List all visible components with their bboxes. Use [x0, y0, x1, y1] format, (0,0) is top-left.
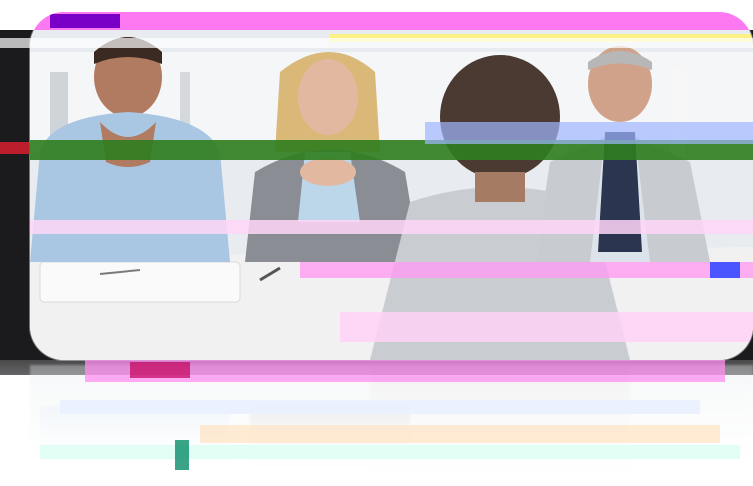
glitch-streak: [130, 362, 190, 378]
glitch-streak: [200, 425, 720, 443]
glitch-streak: [0, 142, 30, 154]
interview-photo: [30, 12, 753, 360]
interview-photo-illustration: [30, 12, 753, 360]
glitch-streak: [40, 445, 740, 459]
glitch-streak: [60, 400, 700, 414]
glitch-streak: [0, 38, 753, 48]
interview-photo-stage: [0, 0, 753, 486]
glitch-streak: [175, 440, 189, 470]
